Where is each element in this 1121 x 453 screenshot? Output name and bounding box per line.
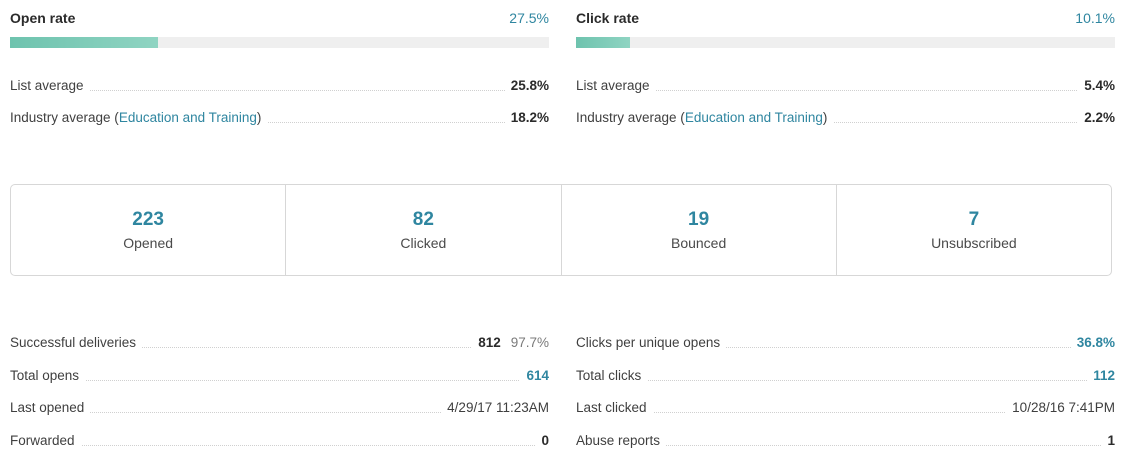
successful-deliveries-value: 812 97.7% (472, 335, 549, 350)
deliveries-percent: 97.7% (510, 335, 549, 350)
stat-bounced[interactable]: 19 Bounced (562, 185, 837, 275)
forwarded-row: Forwarded 0 (10, 433, 549, 453)
stat-label: Opened (123, 235, 174, 251)
stat-opened[interactable]: 223 Opened (11, 185, 287, 275)
successful-deliveries-row: Successful deliveries 812 97.7% (10, 335, 549, 355)
industry-average-prefix: Industry average ( (10, 110, 119, 125)
last-clicked-label: Last clicked (576, 400, 653, 415)
click-rate-header: Click rate 10.1% (576, 10, 1115, 30)
total-clicks-label: Total clicks (576, 368, 648, 383)
open-rate-title: Open rate (10, 10, 76, 26)
clicks-per-unique-opens-row: Clicks per unique opens 36.8% (576, 335, 1115, 355)
industry-average-label: Industry average (Education and Training… (576, 110, 834, 125)
dotted-leader (576, 90, 1115, 91)
click-rate-list-average-row: List average 5.4% (576, 78, 1115, 98)
list-average-label: List average (10, 78, 90, 93)
open-rate-header: Open rate 27.5% (10, 10, 549, 30)
open-rate-industry-average-row: Industry average (Education and Training… (10, 110, 549, 130)
stat-unsubscribed[interactable]: 7 Unsubscribed (837, 185, 1111, 275)
list-average-value: 25.8% (504, 78, 549, 93)
industry-average-suffix: ) (822, 110, 828, 125)
open-rate-list-average-row: List average 25.8% (10, 78, 549, 98)
stat-number: 19 (688, 209, 710, 230)
open-rate-value: 27.5% (509, 10, 549, 26)
abuse-reports-row: Abuse reports 1 (576, 433, 1115, 453)
click-rate-title: Click rate (576, 10, 640, 26)
total-opens-value[interactable]: 614 (520, 368, 549, 383)
last-opened-label: Last opened (10, 400, 91, 415)
forwarded-value: 0 (535, 433, 549, 448)
stat-label: Bounced (670, 235, 727, 251)
abuse-reports-label: Abuse reports (576, 433, 667, 448)
open-rate-bar (10, 37, 549, 48)
stat-clicked[interactable]: 82 Clicked (286, 185, 562, 275)
last-opened-row: Last opened 4/29/17 11:23AM (10, 400, 549, 420)
list-average-label: List average (576, 78, 656, 93)
abuse-reports-value: 1 (1101, 433, 1115, 448)
total-clicks-value[interactable]: 112 (1087, 368, 1115, 383)
industry-average-suffix: ) (256, 110, 262, 125)
list-average-value: 5.4% (1078, 78, 1115, 93)
deliveries-count: 812 (478, 335, 501, 350)
dotted-leader (10, 90, 549, 91)
click-rate-bar (576, 37, 1115, 48)
click-rate-value: 10.1% (1075, 10, 1115, 26)
clicks-per-unique-opens-value[interactable]: 36.8% (1070, 335, 1115, 350)
last-clicked-date: 10/28/16 7:41PM (1012, 400, 1115, 415)
forwarded-label: Forwarded (10, 433, 81, 448)
industry-average-prefix: Industry average ( (576, 110, 685, 125)
last-clicked-row: Last clicked 10/28/16 7:41PM (576, 400, 1115, 420)
industry-average-label: Industry average (Education and Training… (10, 110, 268, 125)
stat-label: Unsubscribed (931, 235, 1017, 251)
industry-average-value: 18.2% (504, 110, 549, 125)
last-opened-date: 4/29/17 11:23AM (447, 400, 549, 415)
click-rate-industry-average-row: Industry average (Education and Training… (576, 110, 1115, 130)
last-opened-value: 4/29/17 11:23AM (441, 400, 549, 415)
stat-number: 223 (132, 209, 164, 230)
dotted-leader (576, 380, 1115, 381)
clicks-per-unique-opens-label: Clicks per unique opens (576, 335, 727, 350)
dotted-leader (10, 380, 549, 381)
open-rate-bar-fill (10, 37, 159, 48)
dotted-leader (10, 445, 549, 446)
total-opens-label: Total opens (10, 368, 86, 383)
successful-deliveries-label: Successful deliveries (10, 335, 143, 350)
last-clicked-value: 10/28/16 7:41PM (1006, 400, 1115, 415)
stat-label: Clicked (400, 235, 447, 251)
industry-average-value: 2.2% (1078, 110, 1115, 125)
stats-summary-box: 223 Opened 82 Clicked 19 Bounced 7 Unsub… (10, 184, 1112, 276)
industry-link[interactable]: Education and Training (119, 110, 257, 125)
stat-number: 7 (968, 209, 980, 230)
total-clicks-row: Total clicks 112 (576, 368, 1115, 388)
click-rate-bar-fill (576, 37, 631, 48)
industry-link[interactable]: Education and Training (685, 110, 823, 125)
stat-number: 82 (412, 209, 434, 230)
total-opens-row: Total opens 614 (10, 368, 549, 388)
